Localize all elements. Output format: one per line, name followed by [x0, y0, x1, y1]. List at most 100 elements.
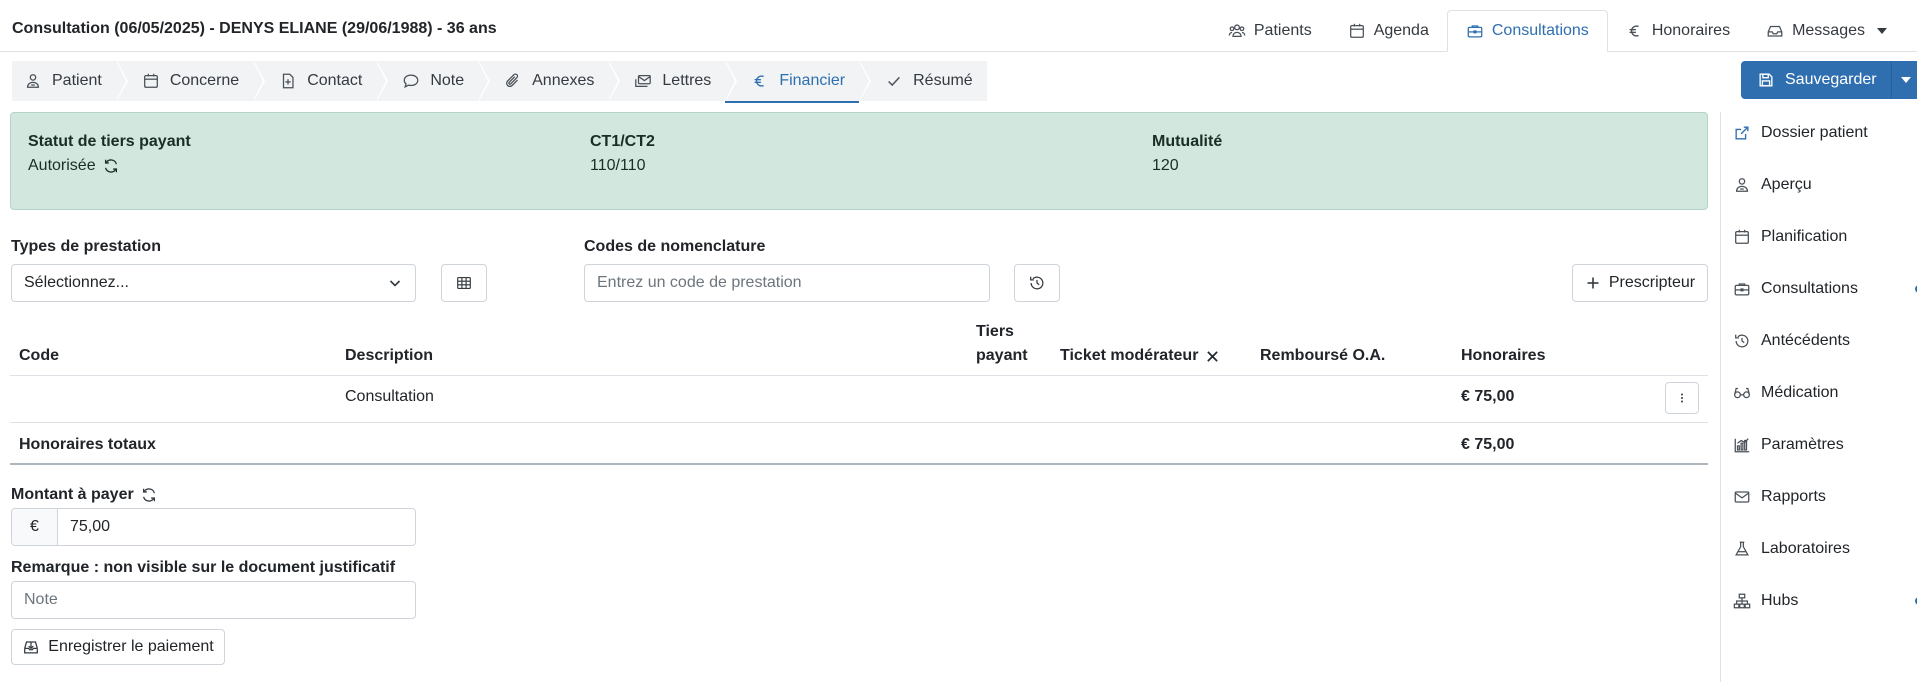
step-financier[interactable]: Financier	[725, 61, 871, 103]
add-prescripteur-button[interactable]: Prescripteur	[1572, 264, 1708, 302]
mutualite-value: 120	[1152, 157, 1179, 174]
side-item-label: Planification	[1761, 228, 1848, 245]
step-note[interactable]: Note	[376, 61, 490, 101]
step-label: Contact	[307, 72, 363, 89]
side-item-label: Aperçu	[1761, 176, 1812, 193]
save-payment-button[interactable]: Enregistrer le paiement	[11, 629, 225, 665]
bar-chart-icon	[1733, 436, 1751, 454]
briefcase-icon	[1733, 280, 1751, 298]
save-icon	[1757, 71, 1775, 89]
status-value: Autorisée	[28, 157, 96, 174]
side-item-label: Rapports	[1761, 488, 1826, 505]
step-label: Financier	[779, 72, 846, 89]
save-label: Sauvegarder	[1785, 71, 1877, 88]
row-honoraires: € 75,00	[1461, 388, 1515, 405]
nav-label: Agenda	[1373, 22, 1429, 39]
tiers-payant-info-panel: Statut de tiers payant Autorisée CT1/CT2…	[10, 112, 1708, 210]
envelope-icon	[634, 72, 652, 90]
page-title: Consultation (06/05/2025) - DENYS ELIANE…	[12, 20, 497, 37]
codes-nomenclature-input[interactable]	[584, 264, 990, 302]
check-icon	[885, 72, 903, 90]
refresh-icon[interactable]	[140, 486, 158, 504]
amount-label-row: Montant à payer	[11, 486, 158, 504]
calendar-icon	[1348, 22, 1366, 40]
step-bar: Patient Concerne Contact Note Annexes Le…	[12, 61, 987, 103]
nav-patients[interactable]: Patients	[1210, 10, 1330, 52]
step-label: Note	[430, 72, 465, 89]
external-link-icon	[1733, 124, 1751, 142]
flask-icon	[1733, 540, 1751, 558]
amount-input-group[interactable]: € 75,00	[11, 508, 416, 546]
types-prestation-label: Types de prestation	[11, 238, 161, 255]
select-value: Sélectionnez...	[24, 274, 129, 291]
glasses-icon	[1733, 384, 1751, 402]
amount-input[interactable]: 75,00	[58, 509, 110, 545]
side-item-label: Médication	[1761, 384, 1839, 401]
diagram-icon	[1733, 592, 1751, 610]
side-item-label: Dossier patient	[1761, 124, 1868, 141]
ct-value: 110/110	[590, 157, 646, 174]
ct-label: CT1/CT2	[590, 133, 655, 150]
side-item-dossier-patient[interactable]: Dossier patient	[1733, 124, 1913, 142]
table-view-button[interactable]	[441, 264, 487, 302]
step-annexes[interactable]: Annexes	[478, 61, 621, 101]
side-menu: Dossier patient Aperçu Planification Con…	[1720, 112, 1917, 682]
close-icon[interactable]	[1206, 350, 1219, 363]
side-item-rapports[interactable]: Rapports	[1733, 488, 1913, 506]
refresh-icon[interactable]	[102, 157, 120, 175]
nav-consultations[interactable]: Consultations	[1446, 10, 1608, 52]
step-label: Lettres	[662, 72, 712, 89]
step-resume[interactable]: Résumé	[859, 61, 987, 101]
plus-icon	[1585, 275, 1601, 291]
side-item-planification[interactable]: Planification	[1733, 228, 1913, 246]
step-lettres[interactable]: Lettres	[608, 61, 738, 101]
side-item-antecedents[interactable]: Antécédents	[1733, 332, 1913, 350]
file-medical-icon	[279, 72, 297, 90]
column-header-code: Code	[19, 347, 59, 364]
column-header-description: Description	[345, 347, 434, 364]
total-label: Honoraires totaux	[19, 436, 156, 453]
status-label: Statut de tiers payant	[28, 133, 191, 150]
side-item-label: Paramètres	[1761, 436, 1844, 453]
code-history-button[interactable]	[1014, 264, 1060, 302]
side-item-medication[interactable]: Médication	[1733, 384, 1913, 402]
column-header-honoraires: Honoraires	[1461, 347, 1546, 364]
step-label: Concerne	[169, 72, 240, 89]
nav-messages[interactable]: Messages	[1748, 10, 1905, 52]
table-icon	[455, 274, 473, 292]
briefcase-icon	[1466, 22, 1484, 40]
step-contact[interactable]: Contact	[253, 61, 389, 101]
nav-honoraires[interactable]: Honoraires	[1608, 10, 1748, 52]
side-item-label: Consultations	[1761, 280, 1858, 297]
mutualite-label: Mutualité	[1152, 133, 1223, 150]
nav-label: Patients	[1253, 22, 1312, 39]
side-item-label: Laboratoires	[1761, 540, 1850, 557]
person-icon	[24, 72, 42, 90]
side-item-hubs[interactable]: Hubs	[1733, 592, 1917, 610]
side-item-laboratoires[interactable]: Laboratoires	[1733, 540, 1913, 558]
chevron-down-icon	[1877, 28, 1887, 34]
save-button[interactable]: Sauvegarder	[1741, 61, 1891, 99]
step-label: Annexes	[532, 72, 595, 89]
active-step-underline	[725, 101, 860, 103]
note-textarea[interactable]	[11, 581, 416, 619]
column-header-ticket-moderateur: Ticket modérateur	[1060, 347, 1219, 365]
mutualite-section: Mutualité 120	[1152, 133, 1222, 175]
nav-agenda[interactable]: Agenda	[1330, 10, 1447, 52]
ct-section: CT1/CT2 110/110	[590, 133, 655, 175]
euro-icon	[751, 72, 769, 90]
save-button-group: Sauvegarder	[1741, 61, 1917, 99]
inbox-icon	[1766, 22, 1784, 40]
side-item-parametres[interactable]: Paramètres	[1733, 436, 1913, 454]
ticket-moderateur-label: Ticket modérateur	[1060, 347, 1199, 364]
side-item-apercu[interactable]: Aperçu	[1733, 176, 1913, 194]
types-prestation-select[interactable]: Sélectionnez...	[11, 264, 416, 302]
history-icon	[1028, 274, 1046, 292]
row-actions-button[interactable]	[1665, 382, 1699, 414]
table-divider	[10, 422, 1708, 423]
side-item-consultations[interactable]: Consultations	[1733, 280, 1917, 298]
total-value: € 75,00	[1461, 436, 1515, 453]
step-patient[interactable]: Patient	[12, 61, 128, 101]
save-dropdown-toggle[interactable]	[1890, 61, 1917, 99]
step-concerne[interactable]: Concerne	[116, 61, 266, 101]
